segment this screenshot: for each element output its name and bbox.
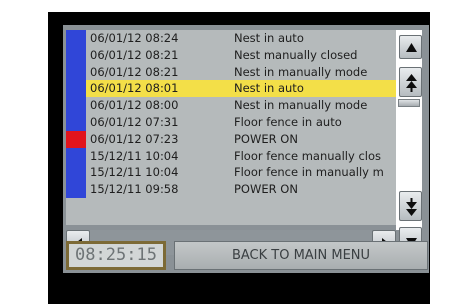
list-item[interactable]: 06/01/12 08:01 Nest in auto [66,80,396,98]
event-text: Floor fence in auto [234,114,342,129]
event-text: Nest in auto [234,81,304,96]
event-log-list[interactable]: 06/01/12 08:24 Nest in auto 06/01/12 08:… [66,30,396,225]
event-text: Nest in auto [234,31,304,45]
event-date: 06/01/12 07:31 [90,114,179,129]
page-up-button[interactable] [399,67,422,97]
event-text: Floor fence manually clos [234,148,382,163]
event-text: Nest in manually mode [234,64,368,79]
event-date: 15/12/11 09:58 [90,182,179,197]
list-item[interactable]: 06/01/12 08:21 Nest manually closed [66,46,396,64]
event-date: 06/01/12 08:21 [90,47,179,62]
event-marker [66,97,86,114]
list-item[interactable]: 06/01/12 08:00 Nest in manually mode [66,97,396,114]
back-to-main-menu-button[interactable]: BACK TO MAIN MENU [174,241,428,270]
list-item[interactable]: 15/12/11 10:04 Floor fence manually clos [66,147,396,165]
event-date: 06/01/12 08:00 [90,98,179,113]
list-item[interactable]: 06/01/12 08:21 Nest in manually mode [66,63,396,81]
event-date: 06/01/12 07:23 [90,131,179,146]
event-date: 06/01/12 08:01 [90,81,179,96]
event-date: 06/01/12 08:21 [90,64,179,79]
list-item[interactable]: 15/12/11 10:04 Floor fence in manually m [66,164,396,182]
event-text: POWER ON [234,131,298,146]
event-text: Floor fence in manually m [234,165,384,180]
event-date: 15/12/11 10:04 [90,148,179,163]
clock-display: 08:25:15 [66,241,166,270]
event-marker [66,113,86,131]
list-item[interactable]: 06/01/12 07:23 POWER ON [66,130,396,148]
list-item[interactable]: 06/01/12 07:31 Floor fence in auto [66,113,396,131]
event-marker [66,63,86,81]
event-text: Nest manually closed [234,47,358,62]
list-item[interactable]: 06/01/12 08:24 Nest in auto [66,30,396,47]
event-marker [66,147,86,165]
event-marker [66,46,86,64]
event-text: Nest in manually mode [234,98,368,113]
event-marker [66,130,86,148]
scrollbar-thumb[interactable] [398,99,420,107]
event-marker [66,181,86,198]
event-marker [66,164,86,182]
event-date: 15/12/11 10:04 [90,165,179,180]
event-marker [66,80,86,98]
scroll-up-button[interactable] [399,35,422,59]
list-item[interactable]: 15/12/11 09:58 POWER ON [66,181,396,198]
event-marker [66,30,86,47]
event-date: 06/01/12 08:24 [90,31,179,45]
page-down-button[interactable] [399,191,422,221]
event-text: POWER ON [234,182,298,197]
